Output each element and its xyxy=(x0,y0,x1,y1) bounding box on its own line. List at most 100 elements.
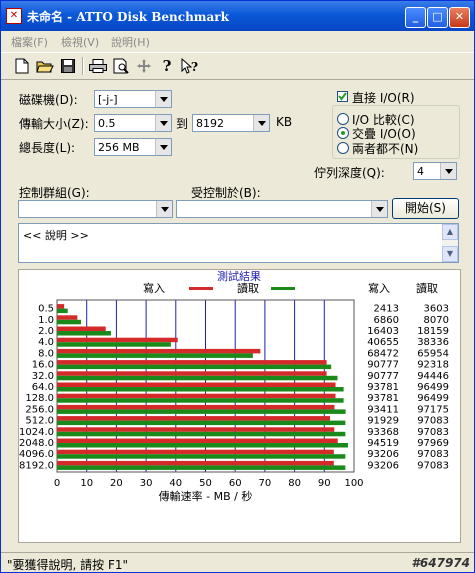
chevron-down-icon[interactable] xyxy=(253,115,269,131)
write-bar xyxy=(57,427,335,432)
legend-write-swatch xyxy=(189,287,213,290)
write-bar xyxy=(57,449,334,455)
read-bar xyxy=(57,364,332,370)
toolbar: ? ? xyxy=(1,52,474,80)
direct-io-checkbox[interactable] xyxy=(337,91,348,102)
transfer-from-select[interactable]: 0.5 xyxy=(94,114,172,132)
start-button[interactable]: 開始(S) xyxy=(392,198,459,219)
open-folder-icon[interactable] xyxy=(36,57,54,75)
write-bar xyxy=(57,360,327,365)
category-label: 0.5 xyxy=(38,304,54,315)
watermark-text: #647974 xyxy=(411,556,470,570)
close-button[interactable]: ✕ xyxy=(449,7,470,28)
to-label: 到 xyxy=(176,117,189,131)
write-bar xyxy=(57,382,336,387)
chevron-down-icon[interactable] xyxy=(440,163,456,179)
read-column-header: 讀取 xyxy=(416,281,438,295)
read-value: 97083 xyxy=(417,416,449,427)
total-length-select[interactable]: 256 MB xyxy=(94,138,172,156)
menu-bar: 檔案(F) 檢視(V) 說明(H) xyxy=(1,31,474,51)
read-value: 65954 xyxy=(417,348,449,359)
chevron-down-icon[interactable] xyxy=(155,91,171,107)
read-value: 8070 xyxy=(424,315,449,326)
write-value: 16403 xyxy=(367,326,399,337)
kb-label: KB xyxy=(276,115,293,129)
controlled-by-select[interactable] xyxy=(176,200,388,218)
queue-depth-select[interactable]: 4 xyxy=(413,162,457,180)
write-value: 6860 xyxy=(374,315,399,326)
write-bar xyxy=(57,404,335,410)
category-label: 4096.0 xyxy=(19,449,54,460)
transfer-to-value: 8192 xyxy=(196,117,224,130)
printer-icon[interactable] xyxy=(89,57,107,75)
x-tick-label: 30 xyxy=(140,478,153,489)
category-label: 8192.0 xyxy=(19,460,54,471)
description-scrollbar[interactable]: ▲ ▼ xyxy=(442,224,458,262)
minimize-button[interactable]: _ xyxy=(405,7,426,28)
drive-select[interactable]: [-j-] xyxy=(94,90,172,108)
read-bar xyxy=(57,387,344,392)
controlled-group-label: 控制群組(G): xyxy=(19,186,90,200)
menu-view[interactable]: 檢視(V) xyxy=(61,34,99,50)
read-value: 3603 xyxy=(424,304,449,315)
x-axis-label: 傳輸速率 - MB / 秒 xyxy=(159,489,253,503)
read-bar xyxy=(57,431,346,437)
write-bar xyxy=(57,460,334,466)
chevron-down-icon[interactable] xyxy=(156,201,172,217)
write-value: 90777 xyxy=(367,371,399,382)
title-bar[interactable]: ✕ 未命名 - ATTO Disk Benchmark _ □ ✕ xyxy=(1,1,474,31)
scroll-up-icon[interactable]: ▲ xyxy=(442,224,458,240)
x-tick-label: 80 xyxy=(288,478,301,489)
category-label: 32.0 xyxy=(32,371,54,382)
neither-radio[interactable] xyxy=(337,142,349,154)
read-bar xyxy=(57,353,253,358)
write-value: 93781 xyxy=(367,393,399,404)
description-text: << 說明 >> xyxy=(23,229,89,242)
queue-depth-value: 4 xyxy=(417,165,424,178)
read-bar xyxy=(57,409,346,414)
write-value: 2413 xyxy=(374,304,399,315)
description-textarea[interactable]: << 說明 >> ▲ ▼ xyxy=(18,223,459,263)
print-preview-icon[interactable] xyxy=(112,57,130,75)
transfer-to-select[interactable]: 8192 xyxy=(192,114,270,132)
legend-read-label: 讀取 xyxy=(237,281,259,295)
chevron-down-icon[interactable] xyxy=(155,139,171,155)
io-compare-radio[interactable] xyxy=(337,113,349,125)
chevron-down-icon[interactable] xyxy=(371,201,387,217)
category-label: 8.0 xyxy=(38,348,54,359)
read-value: 96499 xyxy=(417,393,449,404)
x-tick-label: 100 xyxy=(344,478,363,489)
context-help-icon[interactable]: ? xyxy=(181,57,199,75)
save-disk-icon[interactable] xyxy=(59,57,77,75)
drive-value: [-j-] xyxy=(98,93,118,106)
write-column-header: 寫入 xyxy=(368,281,390,295)
menu-help[interactable]: 說明(H) xyxy=(111,34,150,50)
maximize-button[interactable]: □ xyxy=(427,7,448,28)
new-file-icon[interactable] xyxy=(13,57,31,75)
read-value: 38336 xyxy=(417,337,449,348)
overlapped-io-radio[interactable] xyxy=(337,127,349,139)
menu-file[interactable]: 檔案(F) xyxy=(11,34,48,50)
chevron-down-icon[interactable] xyxy=(155,115,171,131)
category-label: 4.0 xyxy=(38,337,54,348)
controlled-by-label: 受控制於(B): xyxy=(191,186,261,200)
category-label: 512.0 xyxy=(25,416,54,427)
x-tick-label: 20 xyxy=(110,478,123,489)
x-tick-label: 10 xyxy=(80,478,93,489)
category-label: 2.0 xyxy=(38,326,54,337)
help-question-icon[interactable]: ? xyxy=(158,57,176,75)
legend-write-label: 寫入 xyxy=(143,281,165,295)
transfer-from-value: 0.5 xyxy=(98,117,116,130)
scroll-down-icon[interactable]: ▼ xyxy=(442,246,458,262)
controlled-group-select[interactable] xyxy=(18,200,173,218)
read-bar xyxy=(57,454,346,459)
category-label: 256.0 xyxy=(25,404,54,415)
write-bar xyxy=(57,438,338,443)
read-value: 97969 xyxy=(417,438,449,449)
write-bar xyxy=(57,326,106,331)
results-panel: 測試結果 寫入 讀取 寫入 讀取 0.5 2413 3603 1.0 6860 8070 2.0 164… xyxy=(18,269,461,543)
move-arrows-icon[interactable] xyxy=(135,57,153,75)
read-value: 97083 xyxy=(417,449,449,460)
category-label: 2048.0 xyxy=(19,438,54,449)
x-tick-label: 50 xyxy=(199,478,212,489)
